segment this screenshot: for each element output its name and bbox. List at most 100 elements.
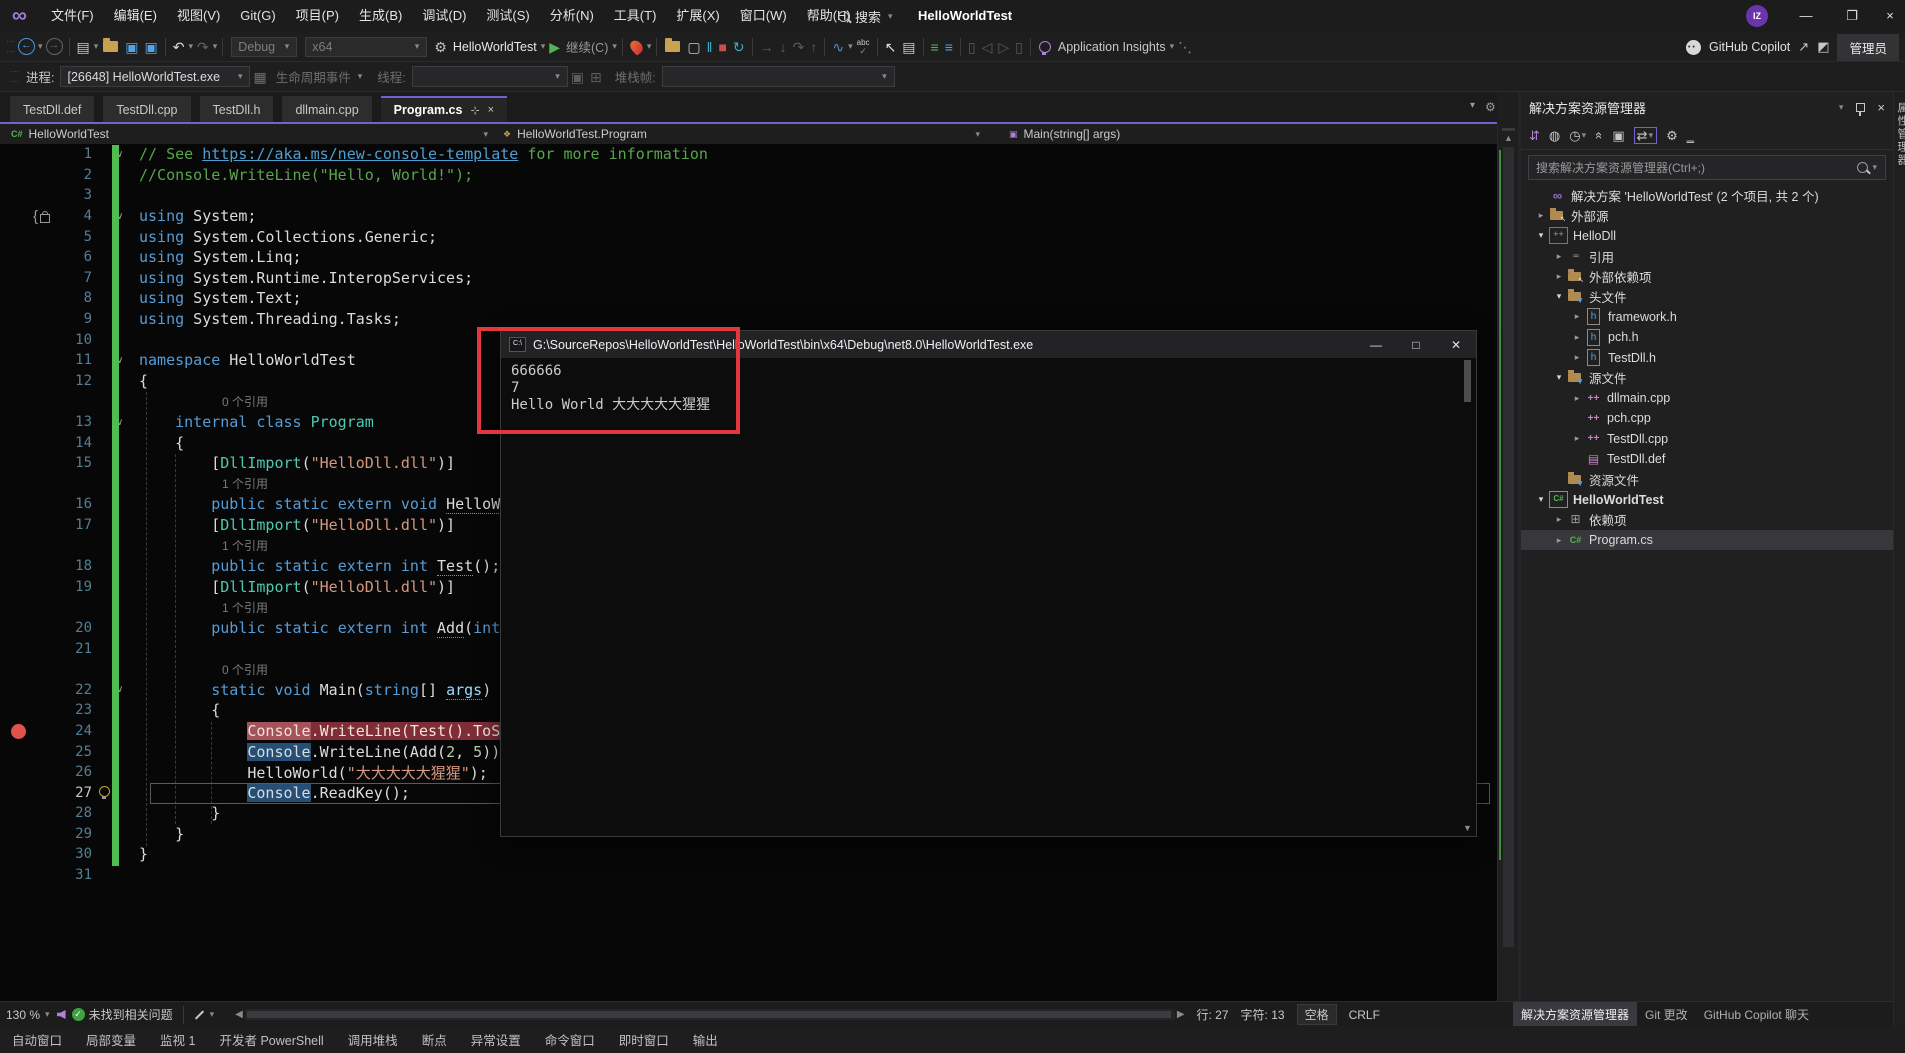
chevron-down-icon[interactable]: ▾	[848, 41, 853, 52]
expander-chevron-icon[interactable]: ▸	[1569, 433, 1585, 444]
application-insights-icon[interactable]	[1039, 41, 1051, 53]
tree-item-引用[interactable]: ▸▫▫引用	[1521, 246, 1893, 266]
member-dropdown[interactable]: ▣ Main(string[] args)	[1008, 124, 1120, 144]
breakpoint-indicator[interactable]	[11, 724, 26, 739]
bottom-tab-即时窗口[interactable]: 即时窗口	[619, 1030, 669, 1049]
spaces-indicator[interactable]: 空格	[1297, 1004, 1337, 1025]
solution-platforms-dropdown[interactable]: x64▾	[305, 37, 427, 57]
chevron-down-icon[interactable]: ▾	[1170, 41, 1175, 52]
close-tab-icon[interactable]: ×	[488, 104, 494, 116]
menu-V[interactable]: 视图(V)	[167, 8, 230, 23]
pending-changes-filter-icon[interactable]: ◷▾	[1569, 128, 1587, 143]
pin-tab-icon[interactable]: ⊹	[470, 104, 479, 117]
tab-dllmain.cpp[interactable]: dllmain.cpp	[282, 96, 371, 122]
bottom-tab-异常设置[interactable]: 异常设置	[471, 1030, 521, 1049]
codelens-references[interactable]: 0 个引用	[0, 393, 268, 410]
bottom-tab-断点[interactable]: 断点	[422, 1030, 447, 1049]
editor-horizontal-scrollbar[interactable]	[245, 1009, 1175, 1020]
parallel-stacks-icon[interactable]: ∿	[832, 39, 844, 55]
prev-bookmark-icon[interactable]: ◁	[982, 39, 993, 55]
panel-tab-Git 更改[interactable]: Git 更改	[1637, 1002, 1696, 1027]
console-scrollbar[interactable]: ▼	[1461, 360, 1474, 833]
new-item-icon[interactable]: ▤	[77, 39, 90, 55]
code-line[interactable]: 9using System.Threading.Tasks;	[0, 309, 1497, 330]
show-flagged-only-icon[interactable]: ⊞	[590, 69, 602, 85]
hot-reload-icon[interactable]	[628, 38, 646, 56]
bottom-tab-自动窗口[interactable]: 自动窗口	[12, 1030, 62, 1049]
panel-tab-解决方案资源管理器[interactable]: 解决方案资源管理器	[1513, 1002, 1637, 1027]
startup-item-label[interactable]: HelloWorldTest	[453, 40, 537, 54]
lifecycle-events-label[interactable]: 生命周期事件	[276, 67, 351, 86]
tree-item-pch.cpp[interactable]: ++pch.cpp	[1521, 408, 1893, 428]
scrollbar-thumb[interactable]	[1503, 147, 1514, 947]
expander-chevron-icon[interactable]: ▸	[1551, 251, 1567, 262]
pin-icon[interactable]	[1856, 103, 1865, 112]
tree-item-依赖项[interactable]: ▸⊞依赖项	[1521, 510, 1893, 530]
toolbar-grip[interactable]: ⋮⋮	[10, 67, 20, 87]
bottom-tab-命令窗口[interactable]: 命令窗口	[545, 1030, 595, 1049]
restart-icon[interactable]: ↻	[733, 39, 745, 55]
feedback-icon[interactable]: ◩	[1817, 39, 1829, 55]
codelens-references[interactable]: 1 个引用	[0, 475, 268, 492]
bottom-tab-监视 1[interactable]: 监视 1	[160, 1030, 195, 1049]
expander-chevron-icon[interactable]: ▸	[1533, 210, 1549, 221]
menu-X[interactable]: 扩展(X)	[666, 8, 729, 23]
console-close-button[interactable]: ✕	[1436, 338, 1476, 352]
menu-E[interactable]: 编辑(E)	[104, 8, 167, 23]
expander-chevron-icon[interactable]: ▾	[1551, 372, 1567, 383]
share-icon[interactable]: ↗	[1798, 39, 1809, 55]
scroll-right-icon[interactable]: ▶	[1177, 1009, 1185, 1020]
tab-Program.cs[interactable]: Program.cs⊹×	[381, 96, 507, 122]
tree-item-TestDll.def[interactable]: ▤TestDll.def	[1521, 449, 1893, 469]
menu-S[interactable]: 测试(S)	[476, 8, 539, 23]
nav-forward-icon[interactable]: →	[46, 38, 63, 55]
column-indicator[interactable]: 字符: 13	[1241, 1006, 1285, 1023]
expander-chevron-icon[interactable]: ▸	[1551, 514, 1567, 525]
panel-tab-GitHub Copilot 聊天[interactable]: GitHub Copilot 聊天	[1696, 1002, 1817, 1027]
restore-button[interactable]: ❐	[1829, 0, 1875, 32]
tree-item-TestDll.h[interactable]: ▸hTestDll.h	[1521, 347, 1893, 367]
console-maximize-button[interactable]: □	[1396, 338, 1436, 352]
uncomment-icon[interactable]: ≡	[945, 39, 953, 55]
menu-N[interactable]: 分析(N)	[540, 8, 604, 23]
expander-chevron-icon[interactable]: ▸	[1569, 332, 1585, 343]
code-line[interactable]: 4∨using System;	[0, 206, 1497, 227]
sync-with-active-document-icon[interactable]: ⇄▾	[1634, 127, 1657, 144]
wrench-icon[interactable]: ⚙	[1666, 128, 1678, 143]
process-dropdown[interactable]: [26648] HelloWorldTest.exe▾	[60, 66, 250, 87]
scroll-up-icon[interactable]: ▲	[1498, 133, 1519, 143]
code-cleanup-button[interactable]: ▾	[194, 1009, 216, 1020]
tab-list-chevron-icon[interactable]: ▾	[1470, 100, 1475, 114]
line-ending-indicator[interactable]: CRLF	[1349, 1008, 1380, 1022]
nav-back-icon[interactable]: ←	[18, 38, 35, 55]
flag-thread-icon[interactable]: ▣	[571, 69, 584, 85]
startup-item-icon[interactable]: ⚙	[434, 39, 447, 55]
audio-cues-icon[interactable]	[57, 1010, 66, 1019]
tree-item-framework.h[interactable]: ▸hframework.h	[1521, 307, 1893, 327]
chevron-down-icon[interactable]: ▾	[612, 41, 617, 52]
save-icon[interactable]: ▣	[125, 39, 138, 55]
code-line[interactable]: 7using System.Runtime.InteropServices;	[0, 268, 1497, 289]
codelens-references[interactable]: 0 个引用	[0, 661, 268, 678]
spell-check-icon[interactable]: abc✓	[857, 39, 870, 55]
chevron-down-icon[interactable]: ▾	[213, 41, 218, 52]
tree-item-Program.cs[interactable]: ▸C#Program.cs	[1521, 530, 1893, 550]
thread-dropdown[interactable]: ▾	[412, 66, 568, 87]
health-indicator[interactable]: ✓ 未找到相关问题	[72, 1006, 173, 1023]
redo-icon[interactable]: ↷	[197, 39, 209, 55]
code-line[interactable]: 3	[0, 185, 1497, 206]
continue-label[interactable]: 继续(C)	[566, 37, 608, 56]
window-position-chevron-icon[interactable]: ▾	[1839, 102, 1844, 113]
tree-item-头文件[interactable]: ▾▼头文件	[1521, 286, 1893, 306]
step-over-icon[interactable]: ↷	[793, 39, 805, 55]
step-into-icon[interactable]: ↓	[780, 39, 787, 55]
interactive-window-icon[interactable]: ▤	[902, 39, 915, 55]
properties-icon[interactable]: ▣	[1612, 128, 1624, 143]
menu-GitG[interactable]: Git(G)	[230, 8, 285, 23]
solution-configurations-dropdown[interactable]: Debug▾	[231, 37, 297, 57]
console-scroll-down-icon[interactable]: ▼	[1461, 823, 1474, 833]
overflow-icon[interactable]: ⋱	[1178, 39, 1192, 55]
expander-chevron-icon[interactable]: ▸	[1569, 311, 1585, 322]
code-line[interactable]: 30}	[0, 844, 1497, 865]
tree-item-HelloDll[interactable]: ▾++HelloDll	[1521, 226, 1893, 246]
